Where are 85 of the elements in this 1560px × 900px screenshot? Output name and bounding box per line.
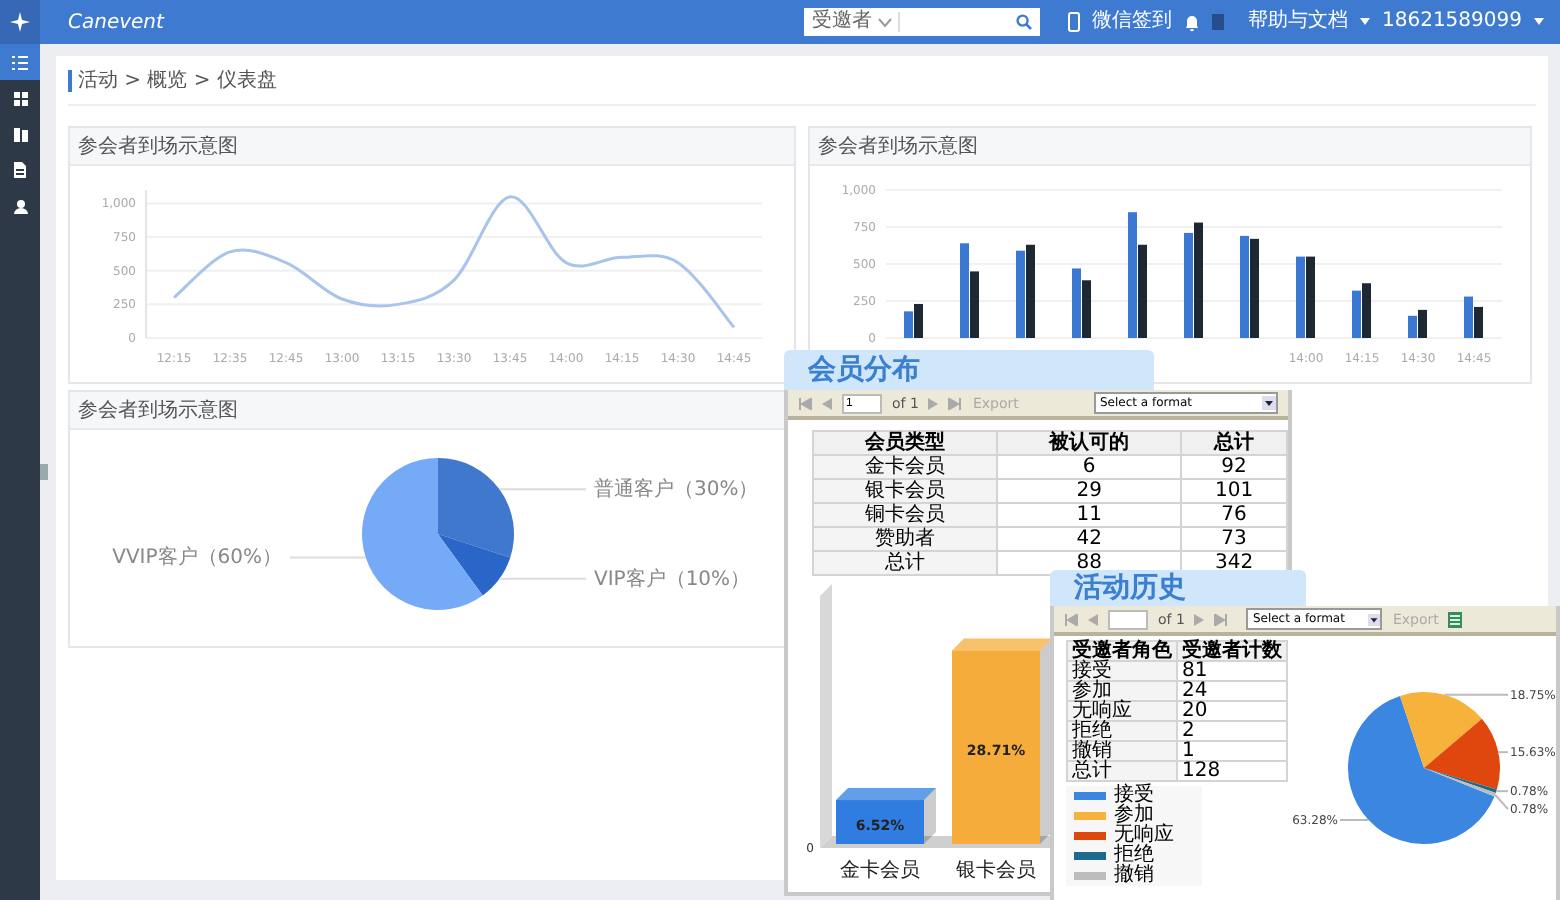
wechat-checkin-link[interactable]: 微信签到 — [1092, 10, 1172, 34]
column-header: 总计 — [1181, 431, 1287, 455]
phone-icon — [1068, 12, 1080, 32]
legend-label: 撤销 — [1114, 866, 1154, 886]
grid-icon — [13, 91, 27, 105]
legend-label: 拒绝 — [1114, 846, 1154, 866]
breadcrumb: 活动 > 概览 > 仪表盘 — [68, 69, 277, 91]
leader-line — [498, 488, 587, 491]
caret-icon — [1360, 18, 1370, 26]
person-icon — [13, 199, 27, 213]
legend-label: 无响应 — [1114, 826, 1174, 846]
table-cell: 撤销 — [1067, 741, 1177, 761]
search-scope[interactable]: 受邀者 — [812, 10, 872, 34]
next-page-icon[interactable] — [1194, 613, 1205, 625]
column-header: 受邀者计数 — [1177, 641, 1287, 661]
table-cell: 总计 — [1067, 761, 1177, 781]
document-icon — [14, 162, 26, 178]
sidebar-collapse-handle[interactable] — [40, 464, 48, 480]
last-page-icon[interactable] — [948, 397, 963, 409]
leader-line — [1339, 819, 1370, 822]
window-title: 活动历史 — [1050, 570, 1306, 606]
table-cell: 总计 — [813, 551, 998, 575]
table-cell: 76 — [1181, 503, 1287, 527]
legend-label: 参加 — [1114, 806, 1154, 826]
panel-title: 参会者到场示意图 — [78, 397, 238, 424]
user-menu[interactable]: 18621589099 — [1382, 10, 1522, 34]
bell-icon[interactable] — [1184, 13, 1200, 31]
first-page-icon[interactable] — [798, 397, 812, 409]
table-cell: 20 — [1177, 701, 1287, 721]
chevron-down-icon — [878, 17, 892, 27]
table-cell: 128 — [1177, 761, 1287, 781]
table-cell: 银卡会员 — [813, 479, 998, 503]
table-cell: 2 — [1177, 721, 1287, 741]
table-cell: 11 — [997, 503, 1182, 527]
column-header: 被认可的 — [997, 431, 1182, 455]
caret-icon — [1534, 18, 1544, 26]
caret-icon — [1262, 396, 1276, 410]
table-cell: 42 — [997, 527, 1182, 551]
search-icon[interactable] — [1016, 14, 1032, 30]
prev-page-icon[interactable] — [822, 397, 832, 409]
table-cell: 参加 — [1067, 681, 1177, 701]
caret-icon — [1368, 613, 1381, 625]
table-cell: 1 — [1177, 741, 1287, 761]
table-cell: 29 — [997, 479, 1182, 503]
table-cell: 拒绝 — [1067, 721, 1177, 741]
panel-title: 参会者到场示意图 — [818, 133, 978, 160]
help-menu[interactable]: 帮助与文档 — [1248, 10, 1348, 34]
table-cell: 金卡会员 — [813, 455, 998, 479]
book-icon — [13, 127, 27, 141]
spreadsheet-icon[interactable] — [1448, 611, 1463, 627]
table-cell: 赞助者 — [813, 527, 998, 551]
axis-category-label: 银卡会员 — [956, 860, 1036, 882]
slice-label: VVIP客户（60%） — [112, 547, 282, 570]
table-cell: 6 — [997, 455, 1182, 479]
table-cell: 81 — [1177, 661, 1287, 681]
table-cell: 92 — [1181, 455, 1287, 479]
leader-line — [289, 556, 367, 559]
panel-title: 参会者到场示意图 — [78, 133, 238, 160]
prev-page-icon[interactable] — [1088, 613, 1098, 625]
table-cell: 73 — [1181, 527, 1287, 551]
notification-badge — [1212, 14, 1224, 30]
legend-label: 接受 — [1114, 786, 1154, 806]
app-logo-icon — [8, 10, 32, 34]
leader-line — [1497, 751, 1509, 754]
window-title: 会员分布 — [784, 350, 1154, 390]
brand-logo[interactable]: Canevent — [68, 11, 164, 33]
slice-label: 普通客户（30%） — [594, 479, 759, 502]
bar-depth-drawing — [836, 788, 936, 844]
leader-line — [1443, 693, 1509, 696]
first-page-icon[interactable] — [1064, 613, 1078, 625]
leader-line — [498, 577, 587, 580]
last-page-icon[interactable] — [1214, 613, 1229, 625]
page-field[interactable] — [1108, 609, 1148, 629]
table-cell: 接受 — [1067, 661, 1177, 681]
table-cell: 24 — [1177, 681, 1287, 701]
list-icon — [12, 55, 28, 69]
table-cell: 101 — [1181, 479, 1287, 503]
slice-label: VIP客户（10%） — [594, 568, 751, 591]
table-cell: 铜卡会员 — [813, 503, 998, 527]
table-cell: 无响应 — [1067, 701, 1177, 721]
column-header: 会员类型 — [813, 431, 998, 455]
search-field[interactable]: 受邀者 — [804, 8, 1040, 36]
column-header: 受邀者角色 — [1067, 641, 1177, 661]
next-page-icon[interactable] — [928, 397, 939, 409]
axis-category-label: 金卡会员 — [840, 860, 920, 882]
